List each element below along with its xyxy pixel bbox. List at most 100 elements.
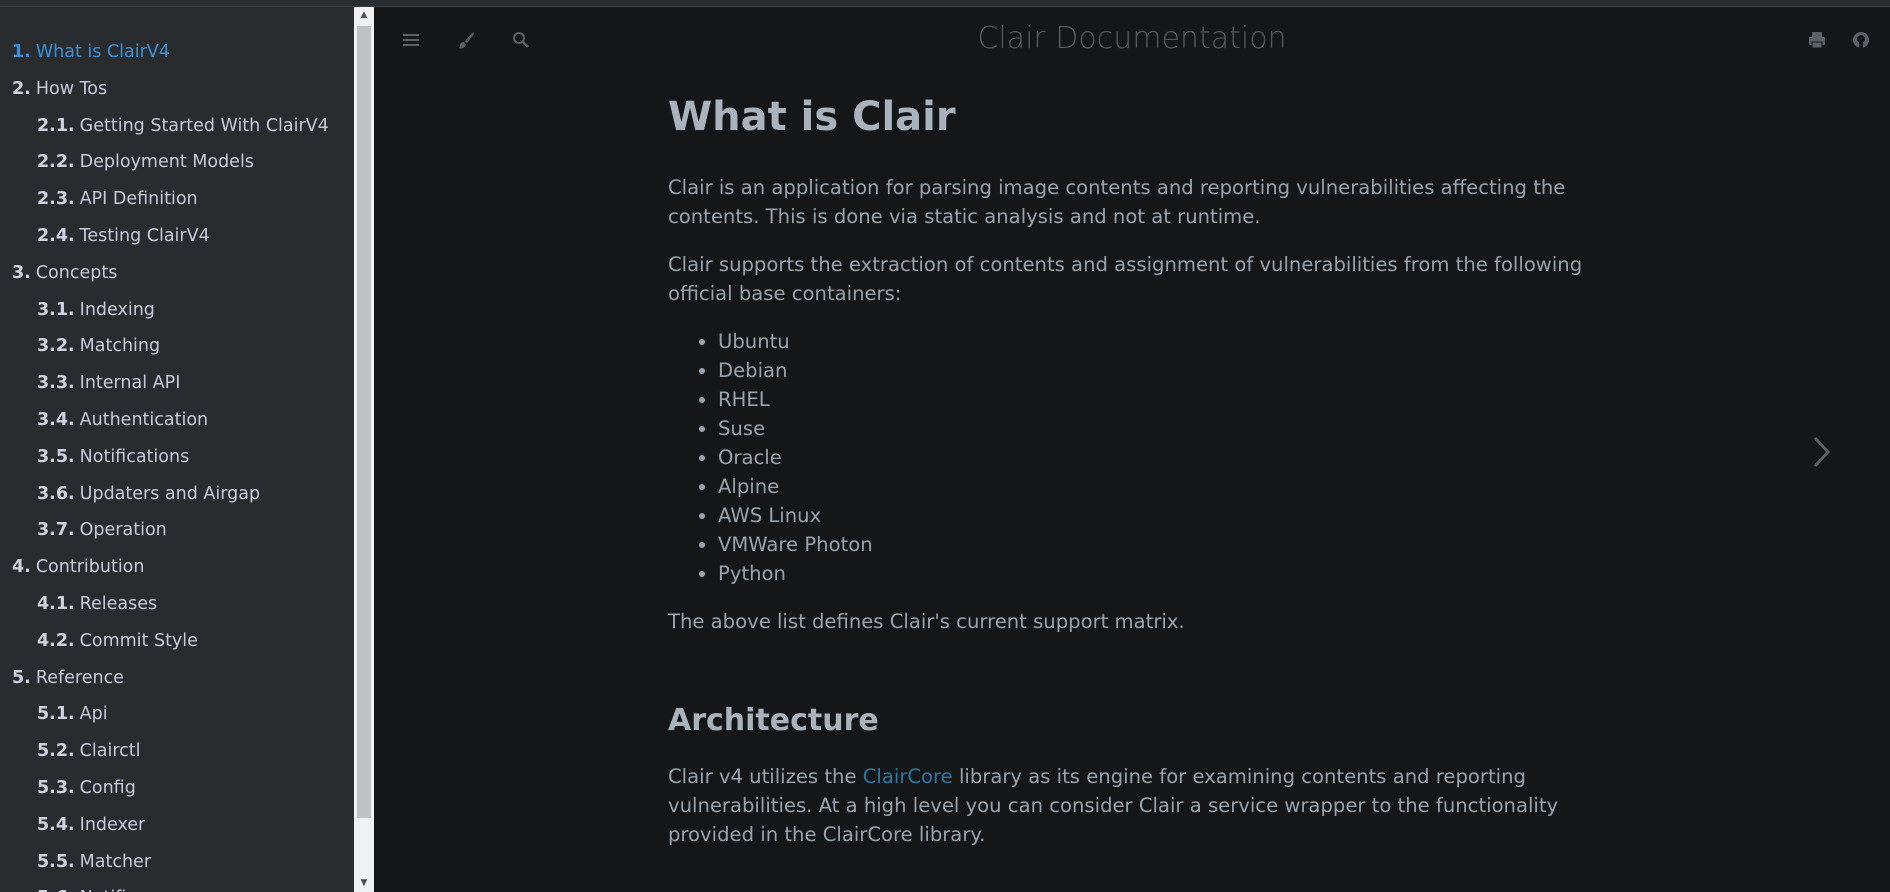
sidebar-scrollbar[interactable]: ▲ ▼ bbox=[354, 7, 374, 892]
sidebar-item-number: 3. bbox=[12, 262, 31, 283]
sidebar-item[interactable]: 3.2. Matching bbox=[0, 328, 354, 365]
sidebar-item-label: Indexer bbox=[79, 814, 146, 835]
page-title: Clair Documentation bbox=[977, 21, 1287, 56]
sidebar-item[interactable]: 5. Reference bbox=[0, 660, 354, 697]
heading-architecture: Architecture bbox=[668, 703, 879, 738]
sidebar-item[interactable]: 5.3. Config bbox=[0, 770, 354, 807]
sidebar-item-label: Notifier bbox=[80, 888, 145, 892]
sidebar-item-number: 5.3. bbox=[37, 777, 75, 798]
sidebar-item-label: What is ClairV4 bbox=[35, 42, 170, 62]
sidebar-item-number: 2.4. bbox=[37, 225, 75, 246]
sidebar-item-label: Updaters and Airgap bbox=[79, 483, 261, 504]
sidebar-item-label: Internal API bbox=[79, 373, 181, 394]
architecture-text-before: Clair v4 utilizes the bbox=[668, 765, 863, 788]
sidebar-item-number: 3.1. bbox=[37, 299, 75, 320]
main-page: Clair Documentation What is Clair Clair … bbox=[374, 7, 1890, 892]
sidebar-item-number: 4.2. bbox=[37, 630, 75, 651]
sidebar-item-label: Api bbox=[79, 704, 108, 725]
sidebar-item-label: Deployment Models bbox=[79, 152, 254, 173]
article-content: What is Clair Clair is an application fo… bbox=[668, 97, 1608, 868]
sidebar-item[interactable]: 3.7. Operation bbox=[0, 512, 354, 549]
sidebar-item-label: How Tos bbox=[35, 78, 108, 99]
list-item: AWS Linux bbox=[718, 501, 1608, 530]
sidebar-item-label: Indexing bbox=[79, 299, 155, 320]
sidebar-item[interactable]: 5.6. Notifier bbox=[0, 880, 354, 892]
sidebar-item[interactable]: 2.2. Deployment Models bbox=[0, 144, 354, 181]
menu-bar: Clair Documentation bbox=[374, 7, 1890, 69]
support-matrix-paragraph: The above list defines Clair's current s… bbox=[668, 610, 1185, 633]
heading-what-is-clair: What is Clair bbox=[668, 94, 956, 140]
sidebar-item-label: Contribution bbox=[35, 557, 145, 578]
sidebar-item[interactable]: 3.5. Notifications bbox=[0, 439, 354, 476]
sidebar-item-label: Matching bbox=[79, 336, 161, 357]
sidebar-item-number: 3.3. bbox=[37, 373, 75, 394]
sidebar-item-label: Config bbox=[79, 777, 136, 798]
sidebar-item[interactable]: 4.1. Releases bbox=[0, 586, 354, 623]
sidebar-item-label: Authentication bbox=[79, 409, 209, 430]
list-item: Python bbox=[718, 559, 1608, 588]
support-paragraph: Clair supports the extraction of content… bbox=[668, 253, 1583, 305]
sidebar-item-number: 3.2. bbox=[37, 336, 75, 357]
sidebar-item-label: Notifications bbox=[79, 446, 190, 467]
list-item: Oracle bbox=[718, 443, 1608, 472]
sidebar-item-number: 5.1. bbox=[37, 704, 75, 725]
sidebar-item-number: 2.1. bbox=[37, 115, 75, 136]
sidebar-item[interactable]: 3.1. Indexing bbox=[0, 292, 354, 329]
sidebar-item[interactable]: 4.2. Commit Style bbox=[0, 623, 354, 660]
sidebar-item-number: 5. bbox=[12, 667, 31, 688]
sidebar-item-number: 4. bbox=[12, 557, 31, 578]
sidebar-item-number: 3.6. bbox=[37, 483, 75, 504]
sidebar-item-number: 3.4. bbox=[37, 409, 75, 430]
sidebar-item[interactable]: 5.1. Api bbox=[0, 696, 354, 733]
sidebar-item[interactable]: 5.2. Clairctl bbox=[0, 733, 354, 770]
sidebar-item[interactable]: 2.4. Testing ClairV4 bbox=[0, 218, 354, 255]
sidebar-item-label: Commit Style bbox=[79, 630, 198, 651]
sidebar-item[interactable]: 2. How Tos bbox=[0, 71, 354, 108]
sidebar-item-label: Getting Started With ClairV4 bbox=[79, 115, 329, 136]
sidebar-item-number: 2.3. bbox=[37, 189, 75, 210]
sidebar-item[interactable]: 3.4. Authentication bbox=[0, 402, 354, 439]
architecture-paragraph: Clair v4 utilizes the ClairCore library … bbox=[668, 762, 1608, 849]
window-top-strip bbox=[0, 0, 1890, 7]
sidebar-item-number: 3.7. bbox=[37, 520, 75, 541]
distro-list: UbuntuDebianRHELSuseOracleAlpineAWS Linu… bbox=[718, 327, 1608, 588]
sidebar-item-label: Concepts bbox=[35, 262, 118, 283]
sidebar-item[interactable]: 3.6. Updaters and Airgap bbox=[0, 476, 354, 513]
list-item: Suse bbox=[718, 414, 1608, 443]
table-of-contents: 1. What is ClairV4 2. How Tos 2.1. Getting St… bbox=[0, 34, 354, 892]
sidebar-item[interactable]: 1. What is ClairV4 bbox=[0, 34, 354, 71]
sidebar-item[interactable]: 3. Concepts bbox=[0, 255, 354, 292]
sidebar-item-number: 2.2. bbox=[37, 152, 75, 173]
github-icon[interactable] bbox=[1848, 27, 1874, 53]
sidebar-item-number: 5.5. bbox=[37, 851, 75, 872]
sidebar-item-number: 5.2. bbox=[37, 741, 75, 762]
sidebar-item-label: Operation bbox=[79, 520, 167, 541]
sidebar-item[interactable]: 2.1. Getting Started With ClairV4 bbox=[0, 108, 354, 145]
sidebar-item-label: Releases bbox=[79, 593, 158, 614]
print-icon[interactable] bbox=[1804, 27, 1830, 53]
sidebar-item[interactable]: 5.4. Indexer bbox=[0, 807, 354, 844]
sidebar-item-number: 1. bbox=[12, 42, 31, 62]
sidebar-item[interactable]: 2.3. API Definition bbox=[0, 181, 354, 218]
sidebar-item-number: 5.6. bbox=[37, 888, 75, 892]
sidebar-item-label: API Definition bbox=[79, 189, 198, 210]
list-item: VMWare Photon bbox=[718, 530, 1608, 559]
sidebar-item[interactable]: 3.3. Internal API bbox=[0, 365, 354, 402]
scroll-thumb[interactable] bbox=[357, 26, 371, 818]
sidebar-item-number: 5.4. bbox=[37, 814, 75, 835]
sidebar-item-label: Matcher bbox=[79, 851, 152, 872]
sidebar-item-label: Reference bbox=[35, 667, 124, 688]
sidebar-item-number: 4.1. bbox=[37, 593, 75, 614]
scroll-up-arrow-icon[interactable]: ▲ bbox=[354, 7, 374, 24]
intro-paragraph: Clair is an application for parsing imag… bbox=[668, 176, 1566, 228]
sidebar: 1. What is ClairV4 2. How Tos 2.1. Getting St… bbox=[0, 7, 354, 892]
claircore-link[interactable]: ClairCore bbox=[863, 765, 953, 788]
scroll-down-arrow-icon[interactable]: ▼ bbox=[354, 875, 374, 892]
list-item: Ubuntu bbox=[718, 327, 1608, 356]
sidebar-item[interactable]: 4. Contribution bbox=[0, 549, 354, 586]
chevron-right-icon[interactable] bbox=[1810, 432, 1834, 472]
list-item: Alpine bbox=[718, 472, 1608, 501]
sidebar-item-label: Testing ClairV4 bbox=[79, 225, 210, 246]
sidebar-item[interactable]: 5.5. Matcher bbox=[0, 844, 354, 881]
sidebar-item-number: 2. bbox=[12, 78, 31, 99]
